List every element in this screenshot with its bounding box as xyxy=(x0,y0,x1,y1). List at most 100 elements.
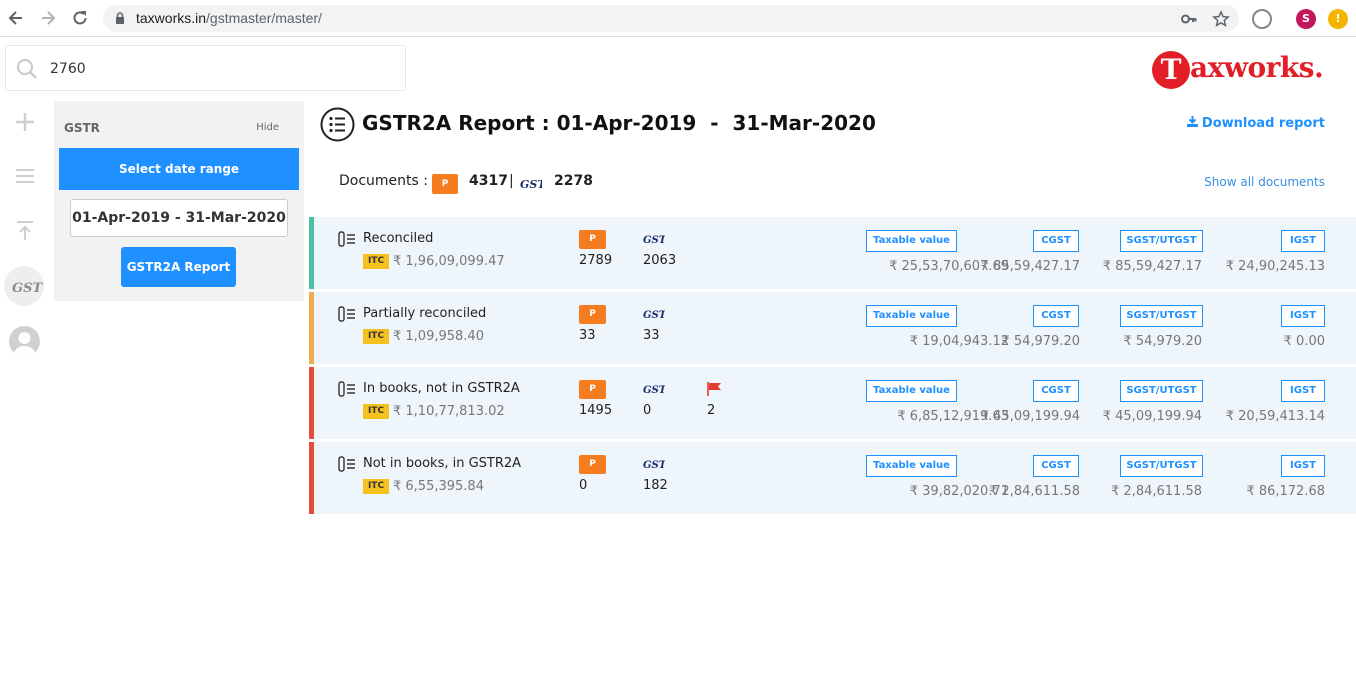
search-input[interactable] xyxy=(50,58,390,80)
igst-value: ₹ 86,172.68 xyxy=(1246,484,1325,499)
gstr2a-report-button[interactable]: GSTR2A Report xyxy=(121,247,236,287)
taxable-header-button[interactable]: Taxable value xyxy=(866,230,957,252)
extension-icon[interactable] xyxy=(1252,9,1272,29)
gst-count: 33 xyxy=(643,328,660,343)
sgst-value: ₹ 85,59,427.17 xyxy=(1102,259,1202,274)
svg-text:GST: GST xyxy=(643,310,665,321)
itc-value: ₹ 1,96,09,099.47 xyxy=(393,254,505,269)
status-bar xyxy=(309,217,314,289)
taxable-value: ₹ 19,04,943.12 xyxy=(909,334,1009,349)
date-range-input[interactable]: 01-Apr-2019 - 31-Mar-2020 xyxy=(70,199,288,237)
row-label[interactable]: Partially reconciled xyxy=(363,306,486,321)
gst-nav-icon[interactable]: GST xyxy=(4,266,44,306)
svg-text:GST: GST xyxy=(643,460,665,471)
gst-icon: GST xyxy=(643,460,665,471)
itc-value: ₹ 1,09,958.40 xyxy=(393,329,484,344)
sgst-header-button[interactable]: SGST/UTGST xyxy=(1120,230,1203,252)
panel-title: GSTR xyxy=(64,121,100,135)
sgst-header-button[interactable]: SGST/UTGST xyxy=(1120,380,1203,402)
show-all-documents-link[interactable]: Show all documents xyxy=(1204,175,1325,189)
lock-icon xyxy=(116,12,124,24)
key-icon[interactable] xyxy=(1180,10,1198,28)
taxable-header-button[interactable]: Taxable value xyxy=(866,455,957,477)
reconciliation-row[interactable]: In books, not in GSTR2A ITC ₹ 1,10,77,813.… xyxy=(309,367,1356,439)
reload-icon[interactable] xyxy=(70,8,90,28)
cgst-value: ₹ 45,09,199.94 xyxy=(980,409,1080,424)
cgst-header-button[interactable]: CGST xyxy=(1033,380,1079,402)
address-bar[interactable]: taxworks.in/gstmaster/master/ xyxy=(103,5,1239,32)
itc-badge: ITC xyxy=(363,404,389,419)
reconciliation-row[interactable]: Not in books, in GSTR2A ITC ₹ 6,55,395.84 P… xyxy=(309,442,1356,514)
sgst-value: ₹ 2,84,611.58 xyxy=(1111,484,1202,499)
cgst-value: ₹ 85,59,427.17 xyxy=(980,259,1080,274)
cgst-header-button[interactable]: CGST xyxy=(1033,230,1079,252)
sgst-value: ₹ 54,979.20 xyxy=(1123,334,1202,349)
gst-count: 0 xyxy=(643,403,652,418)
itc-value: ₹ 1,10,77,813.02 xyxy=(393,404,505,419)
row-label[interactable]: Not in books, in GSTR2A xyxy=(363,456,521,471)
reconciliation-row[interactable]: Partially reconciled ITC ₹ 1,09,958.40 P 33 … xyxy=(309,292,1356,364)
purchase-badge: P xyxy=(579,305,606,324)
purchase-count: 0 xyxy=(579,478,588,493)
sgst-header-button[interactable]: SGST/UTGST xyxy=(1120,305,1203,327)
list-toggle-icon[interactable] xyxy=(338,231,356,247)
search-box xyxy=(5,45,406,91)
search-icon xyxy=(17,59,37,79)
forward-arrow-icon[interactable] xyxy=(38,8,58,28)
profile-avatar[interactable]: S xyxy=(1296,9,1316,29)
itc-badge: ITC xyxy=(363,329,389,344)
igst-header-button[interactable]: IGST xyxy=(1281,455,1325,477)
alert-icon[interactable]: ! xyxy=(1328,9,1348,29)
logo-mark: T xyxy=(1152,51,1190,89)
row-label[interactable]: In books, not in GSTR2A xyxy=(363,381,520,396)
taxable-header-button[interactable]: Taxable value xyxy=(866,305,957,327)
igst-value: ₹ 24,90,245.13 xyxy=(1225,259,1325,274)
gst-icon: GST xyxy=(643,385,665,396)
svg-text:GST: GST xyxy=(643,235,665,246)
gst-count: 2063 xyxy=(643,253,677,268)
hide-link[interactable]: Hide xyxy=(256,122,279,133)
purchase-count: 4317 xyxy=(469,173,508,189)
download-report-link[interactable]: Download report xyxy=(1186,116,1325,131)
reconciliation-row[interactable]: Reconciled ITC ₹ 1,96,09,099.47 P 2789 GST 2… xyxy=(309,217,1356,289)
purchase-badge: P xyxy=(579,380,606,399)
purchase-count: 2789 xyxy=(579,253,613,268)
list-toggle-icon[interactable] xyxy=(338,381,356,397)
page-title: GSTR2A Report : 01-Apr-2019 - 31-Mar-202… xyxy=(362,111,876,135)
cgst-value: ₹ 2,84,611.58 xyxy=(989,484,1080,499)
purchase-badge: P xyxy=(432,174,458,194)
back-arrow-icon[interactable] xyxy=(6,8,26,28)
list-toggle-icon[interactable] xyxy=(338,456,356,472)
igst-header-button[interactable]: IGST xyxy=(1281,380,1325,402)
gst-icon: GST xyxy=(643,235,665,246)
itc-badge: ITC xyxy=(363,254,389,269)
cgst-header-button[interactable]: CGST xyxy=(1033,305,1079,327)
svg-text:GST: GST xyxy=(12,281,43,296)
list-report-icon xyxy=(320,107,355,142)
igst-header-button[interactable]: IGST xyxy=(1281,305,1325,327)
add-icon[interactable] xyxy=(9,106,41,138)
select-date-range-button[interactable]: Select date range xyxy=(59,148,299,190)
sgst-header-button[interactable]: SGST/UTGST xyxy=(1120,455,1203,477)
gstr-panel: GSTR Hide Select date range 01-Apr-2019 … xyxy=(54,101,304,301)
gst-count: 2278 xyxy=(554,173,593,189)
gst-count: 182 xyxy=(643,478,668,493)
itc-value: ₹ 6,55,395.84 xyxy=(393,479,484,494)
igst-header-button[interactable]: IGST xyxy=(1281,230,1325,252)
bookmark-star-icon[interactable] xyxy=(1212,10,1230,28)
list-toggle-icon[interactable] xyxy=(338,306,356,322)
purchase-badge: P xyxy=(579,455,606,474)
upload-icon[interactable] xyxy=(9,214,41,246)
menu-icon[interactable] xyxy=(9,160,41,192)
taxable-header-button[interactable]: Taxable value xyxy=(866,380,957,402)
flag-icon[interactable] xyxy=(707,382,723,396)
gst-icon: GST xyxy=(643,310,665,321)
svg-text:GST: GST xyxy=(520,178,542,191)
row-label[interactable]: Reconciled xyxy=(363,231,433,246)
separator: | xyxy=(509,173,514,189)
cgst-header-button[interactable]: CGST xyxy=(1033,455,1079,477)
sgst-value: ₹ 45,09,199.94 xyxy=(1102,409,1202,424)
user-avatar[interactable] xyxy=(9,326,40,357)
documents-label: Documents : xyxy=(339,173,428,189)
purchase-count: 1495 xyxy=(579,403,613,418)
